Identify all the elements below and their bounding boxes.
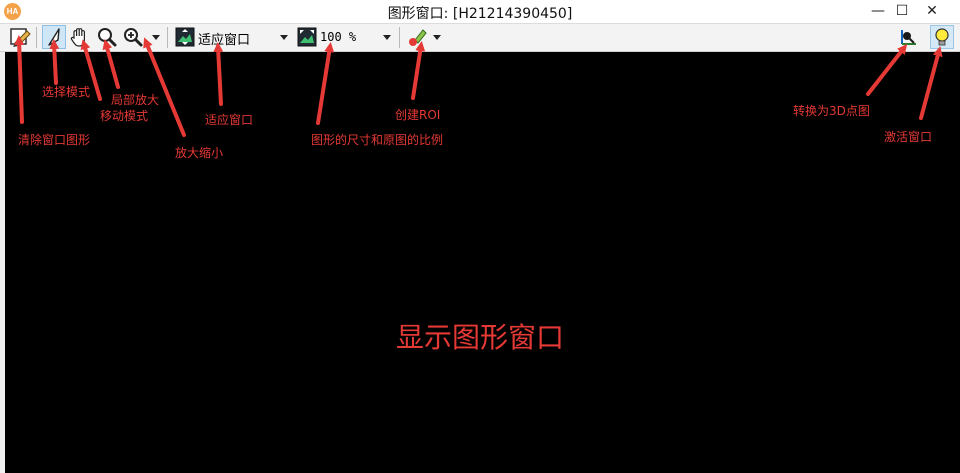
fit-window-chevron-down-icon[interactable] [278, 26, 290, 48]
annotation-local-zoom: 局部放大 [111, 93, 160, 107]
toolbar-separator [36, 27, 37, 48]
local-zoom-magnifier-icon[interactable] [96, 26, 118, 48]
activate-window-bulb-icon[interactable] [930, 25, 954, 49]
annotation-ratio: 图形的尺寸和原图的比例 [311, 133, 444, 147]
annotation-convert-3d: 转换为3D点图 [793, 104, 870, 118]
annotation-fit-window: 适应窗口 [205, 113, 254, 127]
move-mode-hand-icon[interactable] [69, 26, 91, 48]
title-bar: HA 图形窗口: [H21214390450] — ☐ ✕ [0, 0, 960, 24]
annotation-move-mode: 移动模式 [100, 109, 149, 123]
annotation-activate-window: 激活窗口 [884, 130, 933, 144]
window-title: 图形窗口: [H21214390450] [387, 6, 573, 22]
toolbar-separator [399, 27, 400, 48]
roi-dropdown-chevron-down-icon[interactable] [431, 26, 443, 48]
maximize-button[interactable]: ☐ [888, 0, 916, 22]
zoom-ratio-select-value[interactable]: 100 % [320, 30, 356, 44]
fit-window-icon [175, 27, 195, 47]
toolbar: 适应窗口 100 % [0, 24, 960, 52]
image-ratio-icon [297, 27, 317, 47]
canvas-center-label: 显示图形窗口 [395, 321, 564, 354]
zoom-ratio-chevron-down-icon[interactable] [381, 26, 393, 48]
create-roi-icon[interactable] [406, 26, 428, 48]
annotation-select-mode: 选择模式 [42, 85, 91, 99]
zoom-in-out-icon[interactable] [122, 26, 144, 48]
close-button[interactable]: ✕ [918, 0, 946, 22]
select-mode-pointer-icon[interactable] [42, 25, 66, 49]
zoom-dropdown-chevron-down-icon[interactable] [150, 26, 162, 48]
clear-window-icon[interactable] [9, 26, 31, 48]
annotation-zoom: 放大缩小 [175, 146, 224, 160]
toolbar-separator [167, 27, 168, 48]
annotation-create-roi: 创建ROI [395, 108, 441, 122]
fit-window-select-value[interactable]: 适应窗口 [198, 29, 250, 48]
annotation-clear-window: 清除窗口图形 [18, 133, 91, 147]
convert-3d-point-cloud-icon[interactable] [897, 26, 919, 48]
